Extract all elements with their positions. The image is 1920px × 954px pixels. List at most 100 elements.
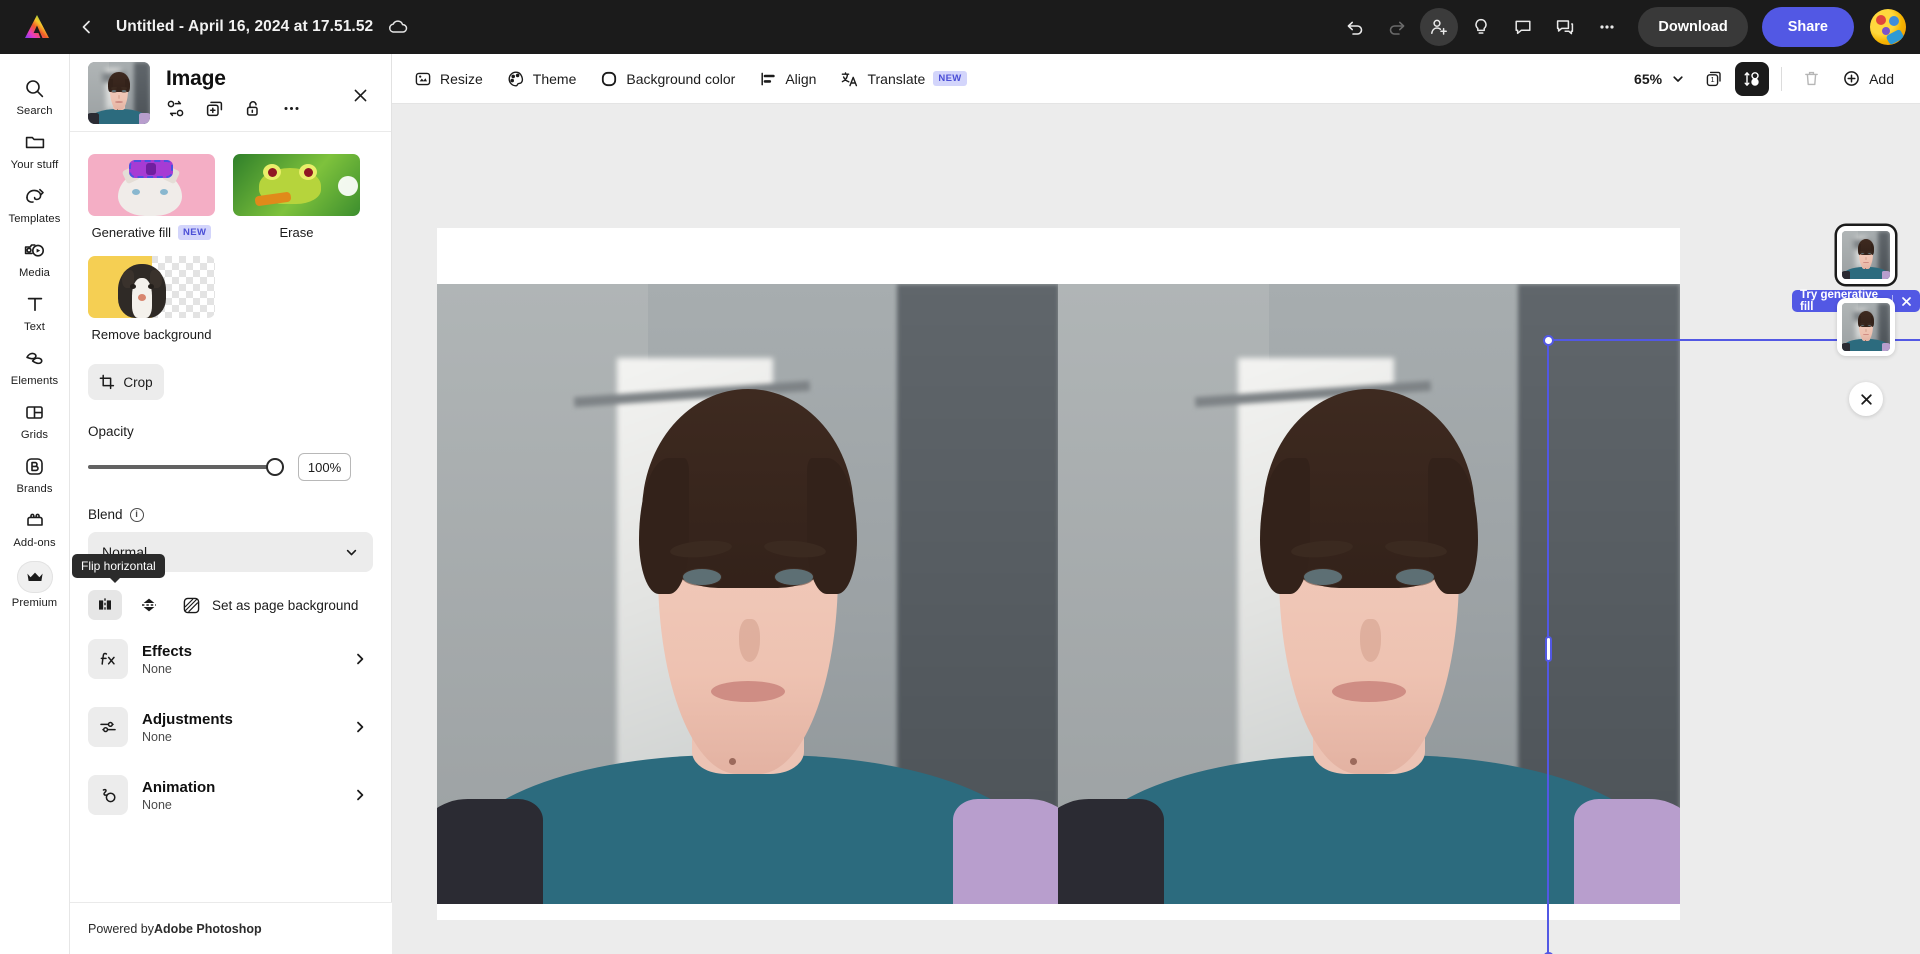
sidebar-item-search[interactable]: Search — [1, 68, 69, 122]
page-thumbnail-2[interactable] — [1837, 298, 1895, 356]
folder-icon — [24, 129, 46, 155]
sidebar-label: Templates — [9, 213, 61, 225]
image-right-half — [1058, 284, 1680, 904]
quick-action-cards-row2: Remove background — [88, 256, 373, 342]
svg-text:1: 1 — [1711, 75, 1715, 84]
image-object[interactable] — [437, 284, 1680, 904]
theme-label: Theme — [533, 71, 577, 87]
unlock-icon[interactable] — [244, 99, 262, 118]
align-label: Align — [785, 71, 816, 87]
sidebar-item-your-stuff[interactable]: Your stuff — [1, 122, 69, 176]
page-title: Image — [166, 67, 375, 91]
remove-background-card[interactable]: Remove background — [88, 256, 215, 342]
zoom-control[interactable]: 65% — [1626, 65, 1693, 93]
adjustments-row[interactable]: Adjustments None — [88, 698, 373, 756]
sidebar-item-grids[interactable]: Grids — [1, 392, 69, 446]
sidebar-item-addons[interactable]: Add-ons — [1, 500, 69, 554]
sidebar-item-premium[interactable]: Premium — [1, 554, 69, 614]
adjustments-title: Adjustments — [142, 711, 353, 728]
page-thumbnail-1[interactable] — [1837, 226, 1895, 284]
translate-button[interactable]: Translate NEW — [828, 63, 978, 95]
slider-knob[interactable] — [266, 458, 284, 476]
download-button[interactable]: Download — [1638, 7, 1747, 47]
close-icon — [1859, 392, 1874, 407]
panel-body: Generative fill NEW Era — [70, 132, 391, 900]
back-button[interactable] — [70, 10, 104, 44]
fx-icon — [88, 639, 128, 679]
sidebar-item-elements[interactable]: Elements — [1, 338, 69, 392]
arrange-button[interactable] — [1735, 62, 1769, 96]
search-icon — [24, 75, 45, 101]
sidebar-item-brands[interactable]: Brands — [1, 446, 69, 500]
background-color-button[interactable]: Background color — [588, 63, 747, 95]
animation-row[interactable]: Animation None — [88, 766, 373, 824]
chevron-right-icon — [353, 652, 367, 666]
add-label: Add — [1869, 71, 1894, 87]
set-as-page-background-label: Set as page background — [212, 598, 358, 613]
image-left-half — [437, 284, 1059, 904]
background-color-label: Background color — [626, 71, 735, 87]
info-icon[interactable]: i — [130, 508, 144, 522]
share-button[interactable]: Share — [1762, 7, 1854, 47]
generative-fill-thumbnail — [88, 154, 215, 216]
effects-row[interactable]: Effects None — [88, 630, 373, 688]
flip-horizontal-tooltip: Flip horizontal — [72, 554, 165, 578]
sidebar-item-text[interactable]: Text — [1, 284, 69, 338]
generative-fill-card[interactable]: Generative fill NEW — [88, 154, 215, 240]
add-button[interactable]: Add — [1832, 63, 1904, 94]
redo-icon[interactable] — [1378, 8, 1416, 46]
pages-1-icon: 1 — [1704, 69, 1724, 89]
sidebar-item-templates[interactable]: Templates — [1, 176, 69, 230]
flip-vertical-button[interactable] — [132, 590, 166, 620]
delete-button[interactable] — [1794, 62, 1828, 96]
flip-horizontal-button[interactable] — [88, 590, 122, 620]
document-title[interactable]: Untitled - April 16, 2024 at 17.51.52 — [116, 18, 373, 36]
resize-button[interactable]: Resize — [402, 63, 495, 95]
sidebar-item-media[interactable]: Media — [1, 230, 69, 284]
undo-icon[interactable] — [1336, 8, 1374, 46]
top-bar: Untitled - April 16, 2024 at 17.51.52 — [0, 0, 1920, 54]
align-button[interactable]: Align — [747, 63, 828, 95]
theme-button[interactable]: Theme — [495, 63, 589, 95]
chat-icon[interactable] — [1546, 8, 1584, 46]
canvas-area: Resize Theme — [392, 54, 1920, 954]
animation-title: Animation — [142, 779, 353, 796]
avatar[interactable] — [1870, 9, 1906, 45]
chevron-down-icon — [1671, 72, 1685, 86]
sliders-icon — [88, 707, 128, 747]
pages-button[interactable]: 1 — [1697, 62, 1731, 96]
image-properties-panel: Image — [70, 54, 392, 954]
opacity-label: Opacity — [88, 424, 373, 439]
crop-icon — [99, 374, 115, 390]
ideas-lightbulb-icon[interactable] — [1462, 8, 1500, 46]
page-background-icon — [182, 596, 201, 615]
translate-label: Translate — [867, 71, 925, 87]
invite-collaborator-icon[interactable] — [1420, 8, 1458, 46]
close-thumbnails-button[interactable] — [1849, 382, 1883, 416]
erase-card[interactable]: Erase — [233, 154, 360, 240]
opacity-slider[interactable] — [88, 458, 284, 476]
close-panel-button[interactable] — [347, 82, 373, 108]
opacity-input[interactable]: 100% — [298, 453, 351, 481]
sidebar-label: Premium — [12, 597, 57, 609]
set-as-page-background-button[interactable]: Set as page background — [182, 596, 358, 615]
close-icon[interactable] — [1901, 296, 1912, 307]
new-badge: NEW — [178, 225, 211, 240]
flip-vertical-icon — [140, 596, 158, 614]
comment-icon[interactable] — [1504, 8, 1542, 46]
more-options-icon[interactable] — [1588, 8, 1626, 46]
new-badge: NEW — [933, 71, 966, 86]
more-options-icon[interactable] — [282, 99, 301, 118]
chevron-down-icon — [344, 545, 359, 560]
effects-value: None — [142, 662, 353, 676]
adobe-express-logo-icon[interactable] — [14, 4, 60, 50]
canvas-stage: Page 1 / 1 - Add title — [392, 104, 1920, 954]
remove-background-label: Remove background — [92, 327, 212, 342]
duplicate-icon[interactable] — [205, 99, 224, 118]
adjustments-value: None — [142, 730, 353, 744]
selected-image-thumbnail[interactable] — [88, 62, 150, 124]
replace-media-icon[interactable] — [166, 99, 185, 118]
crop-button[interactable]: Crop — [88, 364, 164, 400]
resize-icon — [414, 70, 432, 88]
grids-icon — [24, 399, 45, 425]
